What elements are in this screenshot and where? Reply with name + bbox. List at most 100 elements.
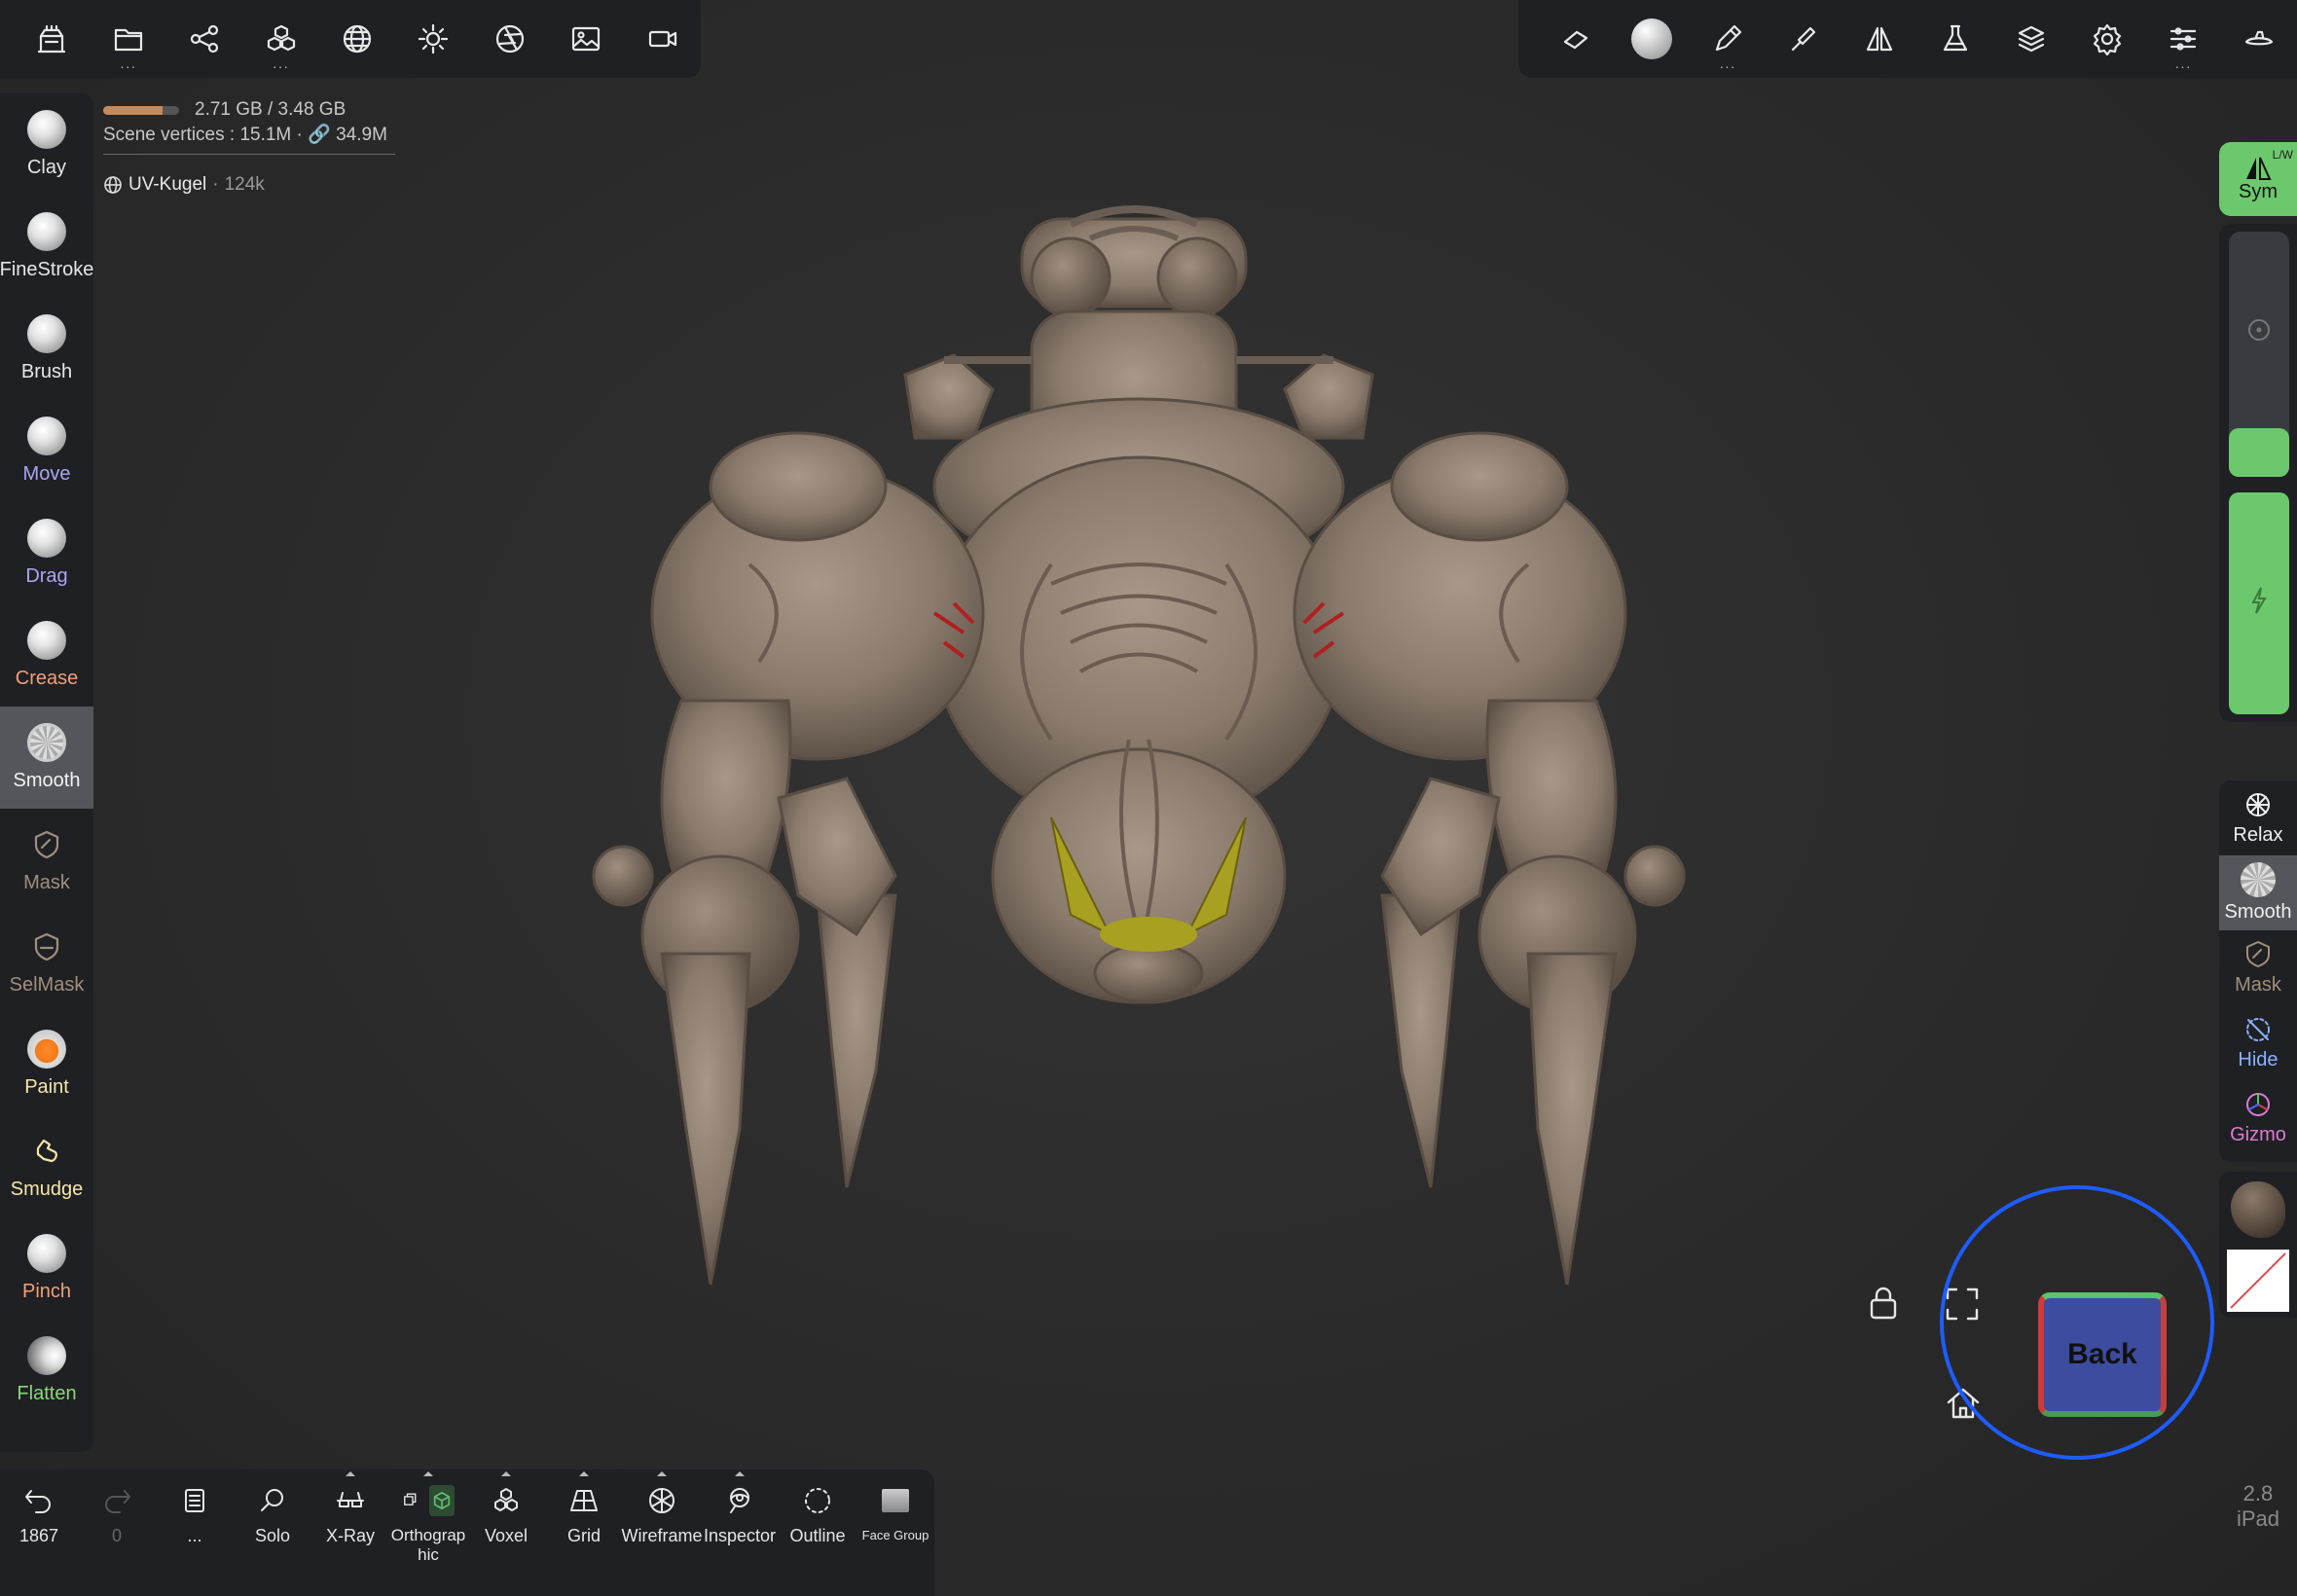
selected-object[interactable]: UV-Kugel · 124k xyxy=(103,174,395,196)
intensity-slider[interactable] xyxy=(2229,492,2289,714)
options-caret-icon xyxy=(735,1471,745,1476)
tool-label: Move xyxy=(22,463,71,485)
topology-sphere-icon xyxy=(343,24,372,54)
xray-label: X-Ray xyxy=(325,1526,375,1545)
settings-button[interactable] xyxy=(2069,0,2145,78)
active-tool-button[interactable] xyxy=(1614,0,1690,78)
relax-label: Relax xyxy=(2233,824,2283,846)
layers-button[interactable] xyxy=(1993,0,2069,78)
outline-button[interactable]: Outline xyxy=(779,1469,857,1596)
voxel-button[interactable]: Voxel xyxy=(467,1469,545,1596)
tool-crease[interactable]: Crease xyxy=(0,604,93,707)
creature-body xyxy=(592,205,1686,1286)
relax-button[interactable]: Relax xyxy=(2219,780,2297,855)
cubes-icon xyxy=(267,24,295,52)
radius-icon xyxy=(2248,319,2270,341)
redo-button[interactable]: 0 xyxy=(78,1469,156,1596)
stroke-button[interactable]: ··· xyxy=(1690,0,1766,78)
hide-button[interactable]: Hide xyxy=(2219,1005,2297,1080)
background-image-button[interactable] xyxy=(548,0,624,78)
history-menu-button[interactable]: ... xyxy=(156,1469,234,1596)
hide-interface-button[interactable] xyxy=(2221,0,2297,78)
color-swatch[interactable] xyxy=(2227,1250,2289,1312)
camera-lens-button[interactable] xyxy=(472,0,548,78)
wireframe-label: Wireframe xyxy=(621,1526,703,1545)
more-dots: ··· xyxy=(2174,58,2192,74)
glasses-icon xyxy=(337,1492,364,1507)
undo-button[interactable]: 1867 xyxy=(0,1469,78,1596)
tool-move[interactable]: Move xyxy=(0,400,93,502)
tool-brush[interactable]: Brush xyxy=(0,298,93,400)
solo-button[interactable]: Solo xyxy=(234,1469,311,1596)
orthographic-button[interactable]: Orthograp hic xyxy=(389,1469,467,1596)
mask-icon xyxy=(27,825,66,864)
drag-tool-icon xyxy=(27,519,66,558)
solo-label: Solo xyxy=(254,1526,291,1545)
pen-icon xyxy=(1715,24,1742,52)
selmask-icon xyxy=(27,927,66,966)
tool-label: Mask xyxy=(23,872,70,893)
linked-value: 34.9M xyxy=(336,125,387,145)
interface-button[interactable] xyxy=(1538,0,1614,78)
vertices-row: Scene vertices : 15.1M · 🔗 34.9M xyxy=(103,123,395,155)
device-name: iPad xyxy=(2236,1506,2279,1531)
no-color-icon xyxy=(2230,1252,2286,1309)
symmetry-toggle[interactable]: L/W Sym xyxy=(2219,142,2297,216)
radius-slider-fill xyxy=(2229,427,2289,477)
tool-selmask[interactable]: SelMask xyxy=(0,911,93,1013)
lock-view-button[interactable] xyxy=(1867,1285,1900,1326)
view-cube[interactable]: Back xyxy=(2038,1292,2167,1417)
smooth-tool-icon xyxy=(27,723,66,762)
camera-button[interactable] xyxy=(625,0,701,78)
painting-button[interactable] xyxy=(1766,0,1841,78)
tool-clay[interactable]: Clay xyxy=(0,93,93,196)
tool-smooth[interactable]: Smooth xyxy=(0,707,93,809)
inspector-button[interactable]: Inspector xyxy=(701,1469,779,1596)
tool-mask[interactable]: Mask xyxy=(0,809,93,911)
grid-button[interactable]: Grid xyxy=(545,1469,623,1596)
gizmo-icon xyxy=(2246,1093,2270,1116)
files-button[interactable]: ··· xyxy=(90,0,165,78)
tool-smudge[interactable]: Smudge xyxy=(0,1115,93,1217)
filters-button[interactable] xyxy=(1917,0,1993,78)
tool-flatten[interactable]: Flatten xyxy=(0,1320,93,1422)
smooth-label: Smooth xyxy=(2224,901,2292,923)
symmetry-mode-badge: L/W xyxy=(2272,148,2293,162)
tool-pinch[interactable]: Pinch xyxy=(0,1217,93,1320)
brush-tool-icon xyxy=(27,314,66,353)
sculpt-model-viewport[interactable] xyxy=(506,195,1771,1314)
voxel-icon xyxy=(494,1488,518,1511)
tools-button[interactable]: ··· xyxy=(242,0,318,78)
wireframe-button[interactable]: Wireframe xyxy=(621,1469,703,1596)
brush-icon xyxy=(1791,26,1816,52)
smooth-button[interactable]: Smooth xyxy=(2219,855,2297,930)
topology-button[interactable] xyxy=(319,0,395,78)
tool-label: Smudge xyxy=(10,1179,84,1200)
tool-paint[interactable]: Paint xyxy=(0,1013,93,1115)
scene-graph-icon xyxy=(190,24,219,54)
version-info: 2.8 iPad xyxy=(2237,1481,2279,1532)
xray-button[interactable]: X-Ray xyxy=(311,1469,389,1596)
tool-label: Flatten xyxy=(17,1383,77,1404)
face-group-button[interactable]: Face Group xyxy=(857,1469,934,1596)
sliders-button[interactable]: ··· xyxy=(2145,0,2221,78)
mask-button[interactable]: Mask xyxy=(2219,930,2297,1005)
matcap-preview[interactable] xyxy=(2231,1181,2285,1238)
symmetry-icon xyxy=(2246,157,2272,180)
face-group-label: Face Group xyxy=(861,1528,930,1542)
symmetry-button[interactable] xyxy=(1841,0,1917,78)
radius-slider[interactable] xyxy=(2229,232,2289,477)
gizmo-button[interactable]: Gizmo xyxy=(2219,1080,2297,1155)
scene-button[interactable] xyxy=(166,0,242,78)
gallery-button[interactable] xyxy=(14,0,90,78)
tool-finestroke[interactable]: FineStroke xyxy=(0,196,93,298)
sun-icon xyxy=(419,23,449,54)
folder-icon xyxy=(114,28,142,52)
tool-drag[interactable]: Drag xyxy=(0,502,93,604)
left-tool-bar: Clay FineStroke Brush Move Drag Crease S… xyxy=(0,93,93,1452)
lighting-button[interactable] xyxy=(395,0,471,78)
options-caret-icon xyxy=(657,1471,667,1476)
mask-icon xyxy=(2246,941,2270,967)
gear-icon xyxy=(2093,23,2122,55)
notebook-icon xyxy=(185,1489,204,1512)
